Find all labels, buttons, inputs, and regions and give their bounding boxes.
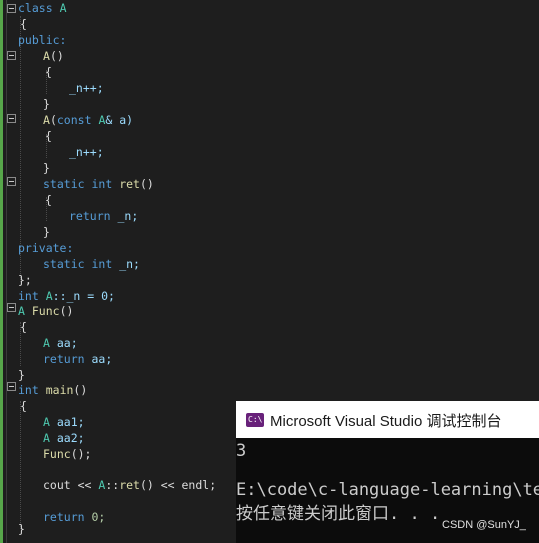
params: () bbox=[59, 304, 74, 318]
code-line: class A bbox=[0, 0, 539, 16]
code-line: private: bbox=[0, 240, 539, 256]
keyword: return bbox=[69, 209, 111, 223]
code-line: { bbox=[0, 64, 539, 80]
code-line: } bbox=[0, 367, 539, 383]
type-name: A bbox=[45, 289, 53, 303]
code-line: return _n; bbox=[0, 208, 539, 224]
code-line: { bbox=[0, 16, 539, 32]
keyword: static bbox=[43, 177, 85, 191]
code-line: public: bbox=[0, 32, 539, 48]
function-name: ret bbox=[119, 478, 140, 492]
type-name: A bbox=[43, 415, 50, 429]
statement: () << endl; bbox=[139, 478, 217, 492]
code-line: int main() bbox=[0, 382, 539, 398]
function-name: Func bbox=[43, 447, 71, 461]
keyword: int bbox=[91, 257, 113, 271]
console-title: Microsoft Visual Studio 调试控制台 bbox=[270, 413, 502, 430]
code-line: int A::_n = 0; bbox=[0, 288, 539, 304]
type-name: A bbox=[18, 304, 25, 318]
code-line: { bbox=[0, 192, 539, 208]
code-line: A(const A& a) bbox=[0, 112, 539, 128]
brace: { bbox=[20, 17, 27, 31]
code-line: static int ret() bbox=[0, 176, 539, 192]
brace: { bbox=[20, 320, 27, 334]
function-name: ret bbox=[119, 177, 140, 191]
access-specifier: private: bbox=[18, 241, 74, 255]
paren: ( bbox=[49, 113, 57, 127]
constructor-name: A bbox=[43, 113, 50, 127]
brace: } bbox=[18, 522, 25, 536]
statement: cout << bbox=[43, 478, 99, 492]
brace: { bbox=[45, 129, 52, 143]
function-name: Func bbox=[31, 304, 60, 318]
variable: aa1; bbox=[56, 415, 85, 429]
brace: } bbox=[43, 161, 50, 175]
param-name: & a) bbox=[105, 113, 134, 127]
code-line: } bbox=[0, 224, 539, 240]
class-name: A bbox=[59, 1, 67, 15]
brace: } bbox=[43, 225, 50, 239]
access-specifier: public: bbox=[18, 33, 67, 47]
variable: _n; bbox=[119, 257, 140, 271]
brace: { bbox=[20, 399, 27, 413]
params: (); bbox=[70, 447, 92, 461]
code-line: _n++; bbox=[0, 144, 539, 160]
console-output: 3 bbox=[236, 441, 247, 461]
type-name: A bbox=[43, 431, 50, 445]
console-path: E:\code\c-language-learning\tes bbox=[236, 480, 539, 500]
brace: { bbox=[45, 193, 52, 207]
statement: _n++; bbox=[69, 145, 104, 159]
code-line: { bbox=[0, 319, 539, 335]
console-app-icon: C:\ bbox=[246, 413, 264, 427]
brace: } bbox=[18, 368, 25, 382]
brace: }; bbox=[18, 273, 32, 287]
keyword: int bbox=[91, 177, 113, 191]
variable: aa2; bbox=[56, 431, 85, 445]
code-line: A aa; bbox=[0, 335, 539, 351]
keyword: int bbox=[18, 289, 39, 303]
code-line: A() bbox=[0, 48, 539, 64]
code-line: _n++; bbox=[0, 80, 539, 96]
statement: ::_n = 0; bbox=[52, 289, 115, 303]
scope-operator: :: bbox=[105, 478, 120, 492]
variable: aa; bbox=[91, 352, 113, 366]
params: () bbox=[49, 49, 64, 63]
statement: _n++; bbox=[69, 81, 104, 95]
console-titlebar[interactable]: C:\ Microsoft Visual Studio 调试控制台 bbox=[236, 401, 539, 438]
keyword: const bbox=[56, 113, 92, 127]
params: () bbox=[139, 177, 154, 191]
watermark: CSDN @SunYJ_ bbox=[442, 519, 526, 531]
code-line: }; bbox=[0, 272, 539, 288]
variable: _n; bbox=[117, 209, 139, 223]
code-line: } bbox=[0, 96, 539, 112]
type-name: A bbox=[43, 336, 50, 350]
variable: aa; bbox=[56, 336, 78, 350]
keyword: class bbox=[18, 1, 53, 15]
keyword: int bbox=[18, 383, 39, 397]
code-line: return aa; bbox=[0, 351, 539, 367]
code-line: A Func() bbox=[0, 303, 539, 319]
code-line: static int _n; bbox=[0, 256, 539, 272]
keyword: return bbox=[43, 352, 85, 366]
function-name: main bbox=[45, 383, 74, 397]
constructor-name: A bbox=[43, 49, 50, 63]
code-line: } bbox=[0, 160, 539, 176]
keyword: static bbox=[43, 257, 85, 271]
brace: { bbox=[45, 65, 52, 79]
console-prompt: 按任意键关闭此窗口. . . bbox=[236, 504, 441, 524]
code-line: { bbox=[0, 128, 539, 144]
params: () bbox=[73, 383, 88, 397]
brace: } bbox=[43, 97, 50, 111]
